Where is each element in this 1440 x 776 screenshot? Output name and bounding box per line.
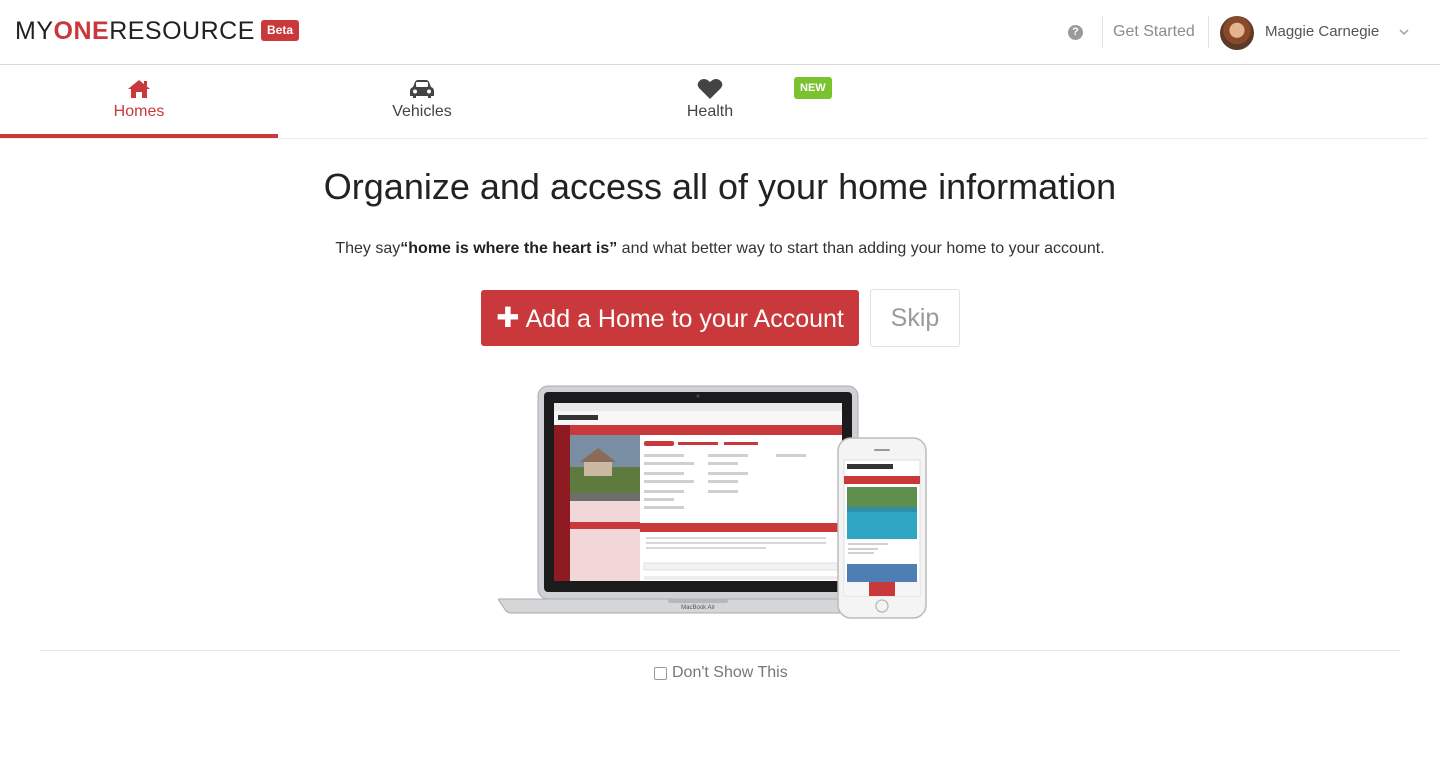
tab-homes[interactable]: Homes <box>0 66 278 138</box>
new-badge: NEW <box>794 77 832 99</box>
tab-label: Homes <box>113 103 165 120</box>
chevron-down-icon[interactable] <box>1398 26 1410 41</box>
intro-text: They say“home is where the heart is” and… <box>0 240 1440 258</box>
header-divider <box>1102 16 1103 48</box>
logo-suffix: RESOURCE <box>109 17 255 45</box>
tab-vehicles[interactable]: Vehicles <box>278 66 566 138</box>
home-icon <box>125 78 153 100</box>
intro-prefix: They say <box>335 240 401 257</box>
footer-divider <box>40 650 1400 651</box>
add-home-label: Add a Home to your Account <box>525 305 844 333</box>
intro-quote: “home is where the heart is” <box>400 240 618 257</box>
skip-button[interactable]: Skip <box>870 289 960 347</box>
car-icon <box>408 78 436 100</box>
logo[interactable]: MYONERESOURCE <box>15 17 255 45</box>
get-started-link[interactable]: Get Started <box>1113 23 1195 41</box>
dont-show-checkbox[interactable]: Don't Show This <box>654 664 788 682</box>
beta-badge: Beta <box>261 20 300 41</box>
avatar[interactable] <box>1220 16 1254 50</box>
help-icon[interactable]: ? <box>1068 25 1083 40</box>
tab-label: Vehicles <box>392 103 452 120</box>
plus-icon: ✚ <box>496 302 520 333</box>
page-title: Organize and access all of your home inf… <box>323 166 1117 207</box>
logo-prefix: MY <box>15 17 54 45</box>
heart-icon <box>696 78 724 100</box>
dont-show-label: Don't Show This <box>672 664 788 681</box>
intro-suffix: and what better way to start than adding… <box>617 240 1105 257</box>
tab-label: Health <box>686 103 734 120</box>
user-name[interactable]: Maggie Carnegie <box>1265 23 1379 40</box>
header-divider <box>1208 16 1209 48</box>
devices-preview-image: MacBook Air <box>498 385 927 619</box>
checkbox-box[interactable] <box>654 666 667 680</box>
add-home-button[interactable]: ✚ Add a Home to your Account <box>481 290 859 346</box>
top-header: MYONERESOURCE Beta ? Get Started Maggie … <box>0 0 1440 65</box>
category-tabs: Homes Vehicles Health <box>0 66 1428 139</box>
laptop-label: MacBook Air <box>681 605 715 611</box>
logo-highlight: ONE <box>53 17 110 45</box>
